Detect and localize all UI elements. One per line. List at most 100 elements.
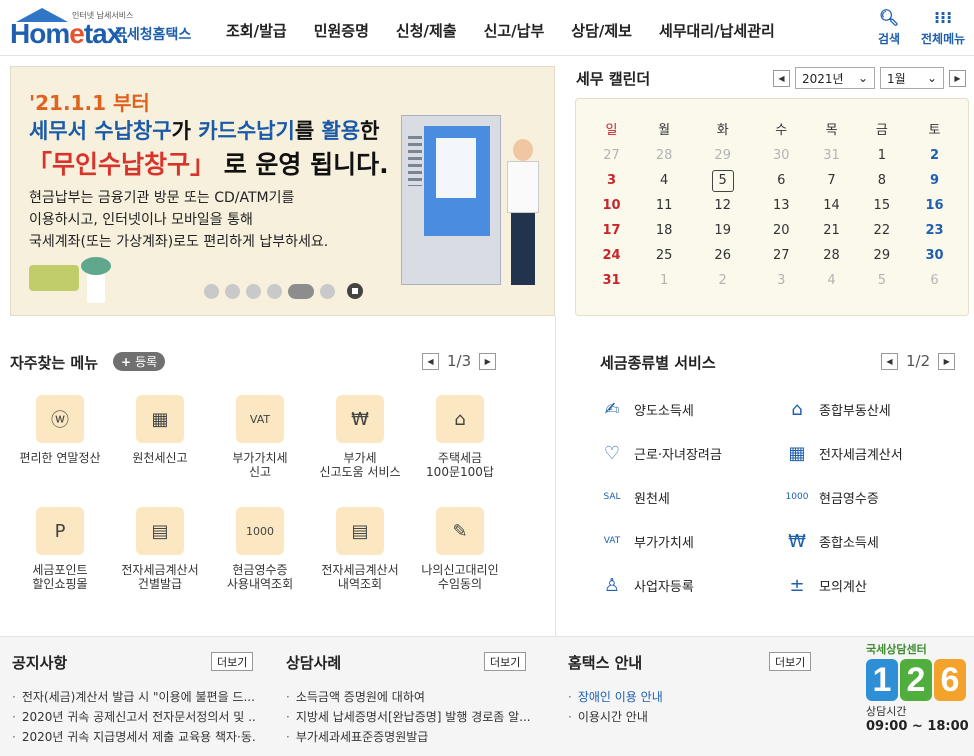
calendar-day[interactable]: 17 bbox=[584, 218, 639, 243]
full-menu-button[interactable]: ⁝⁝⁝ 전체메뉴 bbox=[921, 8, 965, 47]
calendar-day[interactable]: 6 bbox=[907, 268, 962, 293]
slide-dot[interactable] bbox=[204, 283, 219, 299]
frequent-menu-item[interactable]: P 세금포인트 할인쇼핑몰 bbox=[10, 507, 110, 591]
tax-service-item[interactable]: ♡ 근로·자녀장려금 bbox=[600, 441, 722, 465]
calendar-day[interactable]: 8 bbox=[857, 168, 907, 193]
list-item[interactable]: 부가세과세표준증명원발급 bbox=[286, 727, 531, 747]
list-item[interactable]: 전자(세금)계산서 발급 시 "이용에 불편을 드... bbox=[12, 687, 257, 707]
slide-dot[interactable] bbox=[267, 283, 282, 299]
calendar-day[interactable]: 5 bbox=[857, 268, 907, 293]
calendar-day[interactable]: 31 bbox=[584, 268, 639, 293]
prev-year-button[interactable]: ◀ bbox=[773, 69, 790, 87]
tax-service-item[interactable]: ♙ 사업자등록 bbox=[600, 573, 694, 597]
calendar-day[interactable]: 24 bbox=[584, 243, 639, 268]
promo-banner[interactable]: '21.1.1 부터 세무서 수납창구가 카드수납기를 활용한 「무인수납창구」… bbox=[10, 66, 555, 316]
calendar-day[interactable]: 28 bbox=[806, 243, 856, 268]
slide-dot[interactable] bbox=[288, 283, 314, 299]
tax-service-item[interactable]: ₩ 종합소득세 bbox=[785, 529, 879, 553]
list-item[interactable]: 장애인 이용 안내 bbox=[568, 687, 788, 707]
tax-service-item[interactable]: ± 모의계산 bbox=[785, 573, 866, 597]
slide-dot[interactable] bbox=[246, 283, 261, 299]
next-page-button[interactable]: ▶ bbox=[938, 352, 956, 370]
calendar-day[interactable]: 12 bbox=[689, 193, 756, 218]
nav-item[interactable]: 신고/납부 bbox=[484, 20, 545, 41]
calendar-day[interactable]: 26 bbox=[689, 243, 756, 268]
list-item[interactable]: 2020년 귀속 지급명세서 제출 교육용 책자·동... bbox=[12, 727, 257, 747]
calendar-day[interactable]: 27 bbox=[756, 243, 806, 268]
calendar-day[interactable]: 25 bbox=[639, 243, 689, 268]
calendar-day[interactable]: 14 bbox=[806, 193, 856, 218]
prev-page-button[interactable]: ◀ bbox=[881, 352, 898, 370]
calendar-day[interactable]: 30 bbox=[756, 143, 806, 168]
list-item[interactable]: 2020년 귀속 공제신고서 전자문서정의서 및 ... bbox=[12, 707, 257, 727]
frequent-menu-item[interactable]: ⌂ 주택세금 100문100답 bbox=[410, 395, 510, 479]
calendar-day[interactable]: 2 bbox=[689, 268, 756, 293]
calendar-day[interactable]: 29 bbox=[689, 143, 756, 168]
calendar-day[interactable]: 18 bbox=[639, 218, 689, 243]
list-item[interactable]: 지방세 납세증명서[완납증명] 발행 경로좀 알... bbox=[286, 707, 531, 727]
calendar-day[interactable]: 27 bbox=[584, 143, 639, 168]
frequent-menu-item[interactable]: 1000 현금영수증 사용내역조회 bbox=[210, 507, 310, 591]
tax-service-item[interactable]: ⌂ 종합부동산세 bbox=[785, 397, 890, 421]
calendar-day[interactable]: 11 bbox=[639, 193, 689, 218]
calendar-day[interactable]: 30 bbox=[907, 243, 962, 268]
calendar-day[interactable]: 13 bbox=[756, 193, 806, 218]
frequent-menu-item[interactable]: ▤ 전자세금계산서 건별발급 bbox=[110, 507, 210, 591]
call-center[interactable]: 국세상담센터 1 2 6 상담시간 09:00 ~ 18:00 bbox=[866, 641, 974, 734]
year-select[interactable]: 2021년 ⌄ bbox=[795, 67, 875, 89]
notice-more-button[interactable]: 더보기 bbox=[211, 652, 254, 671]
calendar-day[interactable]: 1 bbox=[639, 268, 689, 293]
guide-more-button[interactable]: 더보기 bbox=[769, 652, 812, 671]
calendar-day[interactable]: 6 bbox=[756, 168, 806, 193]
calendar-day[interactable]: 4 bbox=[639, 168, 689, 193]
tax-service-item[interactable]: 1000 현금영수증 bbox=[785, 485, 879, 509]
frequent-menu-item[interactable]: ▦ 원천세신고 bbox=[110, 395, 210, 465]
prev-page-button[interactable]: ◀ bbox=[422, 352, 439, 370]
calendar-day[interactable]: 4 bbox=[806, 268, 856, 293]
calendar-day[interactable]: 23 bbox=[907, 218, 962, 243]
list-item[interactable]: 이용시간 안내 bbox=[568, 707, 788, 727]
month-select[interactable]: 1월 ⌄ bbox=[880, 67, 944, 89]
frequent-menu-item[interactable]: ▤ 전자세금계산서 내역조회 bbox=[310, 507, 410, 591]
list-item[interactable]: 소득금액 증명원에 대하여 bbox=[286, 687, 531, 707]
calendar-day[interactable]: 28 bbox=[639, 143, 689, 168]
calendar-day[interactable]: 10 bbox=[584, 193, 639, 218]
tax-service-item[interactable]: ▦ 전자세금계산서 bbox=[785, 441, 902, 465]
nav-item[interactable]: 조회/발급 bbox=[226, 20, 287, 41]
calendar-day[interactable]: 1 bbox=[857, 143, 907, 168]
calendar-day[interactable]: 22 bbox=[857, 218, 907, 243]
nav-item[interactable]: 상담/제보 bbox=[571, 20, 632, 41]
calendar-day[interactable]: 2 bbox=[907, 143, 962, 168]
frequent-menu-item[interactable]: ⓦ 편리한 연말정산 bbox=[10, 395, 110, 465]
calendar-day[interactable]: 3 bbox=[584, 168, 639, 193]
next-page-button[interactable]: ▶ bbox=[479, 352, 497, 370]
nav-item[interactable]: 신청/제출 bbox=[396, 20, 457, 41]
tax-service-item[interactable]: VAT 부가가치세 bbox=[600, 529, 694, 553]
tax-service-item[interactable]: SAL 원천세 bbox=[600, 485, 669, 509]
calendar-day[interactable]: 7 bbox=[806, 168, 856, 193]
calendar-day[interactable]: 15 bbox=[857, 193, 907, 218]
calendar-day[interactable]: 21 bbox=[806, 218, 856, 243]
frequent-menu-item[interactable]: ✎ 나의신고대리인 수임동의 bbox=[410, 507, 510, 591]
frequent-menu-item[interactable]: VAT 부가가치세 신고 bbox=[210, 395, 310, 479]
stop-icon[interactable] bbox=[347, 283, 363, 299]
calendar-day[interactable]: 9 bbox=[907, 168, 962, 193]
nav-item[interactable]: 세무대리/납세관리 bbox=[659, 20, 775, 41]
calendar-day[interactable]: 3 bbox=[756, 268, 806, 293]
register-button[interactable]: + 등록 bbox=[113, 352, 166, 371]
next-month-button[interactable]: ▶ bbox=[949, 69, 966, 87]
calendar-day[interactable]: 29 bbox=[857, 243, 907, 268]
frequent-menu-item[interactable]: ₩ 부가세 신고도움 서비스 bbox=[310, 395, 410, 479]
calendar-day[interactable]: 20 bbox=[756, 218, 806, 243]
nav-item[interactable]: 민원증명 bbox=[314, 20, 369, 41]
tax-service-item[interactable]: ✍ 양도소득세 bbox=[600, 397, 693, 421]
hometax-logo[interactable]: 인터넷 납세서비스 Hometax. 국세청홈택스 bbox=[10, 6, 195, 50]
calendar-day[interactable]: 16 bbox=[907, 193, 962, 218]
consult-more-button[interactable]: 더보기 bbox=[484, 652, 527, 671]
calendar-day[interactable]: 31 bbox=[806, 143, 856, 168]
calendar-day[interactable]: 5 bbox=[689, 168, 756, 193]
search-button[interactable]: 🔍︎ 검색 bbox=[878, 8, 900, 47]
slide-dot[interactable] bbox=[225, 283, 240, 299]
slide-dot[interactable] bbox=[320, 283, 335, 299]
calendar-day[interactable]: 19 bbox=[689, 218, 756, 243]
